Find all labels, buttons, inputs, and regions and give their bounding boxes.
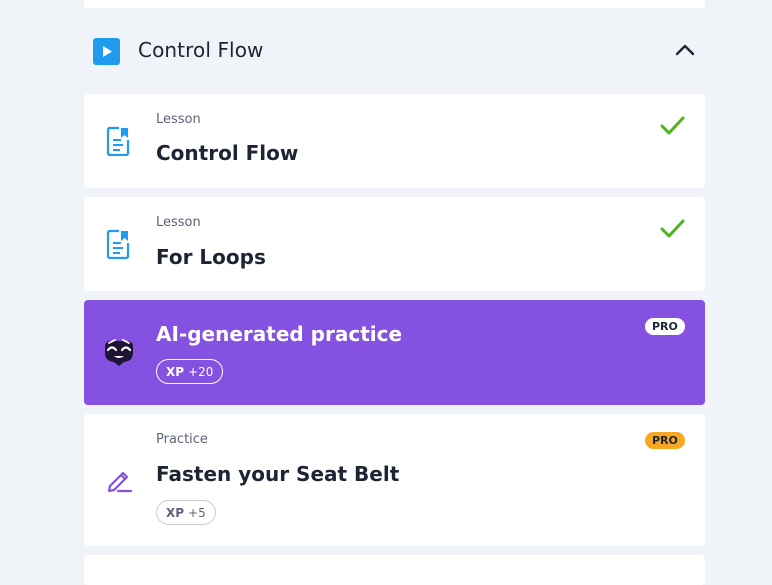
pencil-edit-icon	[106, 466, 134, 498]
previous-card-stub	[84, 0, 705, 8]
pro-badge: PRO	[645, 432, 685, 449]
ai-practice-card[interactable]: AI-generated practice PRO XP +20	[84, 300, 705, 405]
item-kicker: Lesson	[156, 112, 201, 127]
xp-label: XP	[166, 506, 185, 520]
xp-label: XP	[166, 365, 185, 379]
section-title: Control Flow	[138, 38, 264, 62]
lesson-card-for-loops[interactable]: Lesson For Loops	[84, 197, 705, 291]
pro-badge: PRO	[645, 318, 685, 335]
item-kicker: Practice	[156, 432, 208, 447]
xp-pill: XP +20	[156, 359, 224, 384]
item-title: Control Flow	[156, 141, 299, 165]
item-kicker: Lesson	[156, 215, 201, 230]
xp-pill: XP +5	[156, 500, 216, 525]
lesson-document-icon	[106, 126, 130, 160]
check-icon	[659, 114, 687, 138]
xp-value: +20	[188, 365, 214, 379]
section-header[interactable]: Control Flow	[84, 30, 705, 72]
item-title: AI-generated practice	[156, 322, 403, 346]
check-icon	[659, 217, 687, 241]
chevron-up-icon[interactable]	[674, 39, 696, 61]
item-title: For Loops	[156, 245, 266, 269]
item-title: Fasten your Seat Belt	[156, 462, 400, 486]
practice-card-seat-belt[interactable]: Practice Fasten your Seat Belt PRO XP +5	[84, 414, 705, 546]
next-card-stub	[84, 555, 705, 585]
lesson-document-icon	[106, 229, 130, 263]
lesson-card-control-flow[interactable]: Lesson Control Flow	[84, 94, 705, 188]
ai-mascot-icon	[102, 337, 136, 371]
play-icon	[93, 38, 120, 65]
xp-value: +5	[188, 506, 206, 520]
